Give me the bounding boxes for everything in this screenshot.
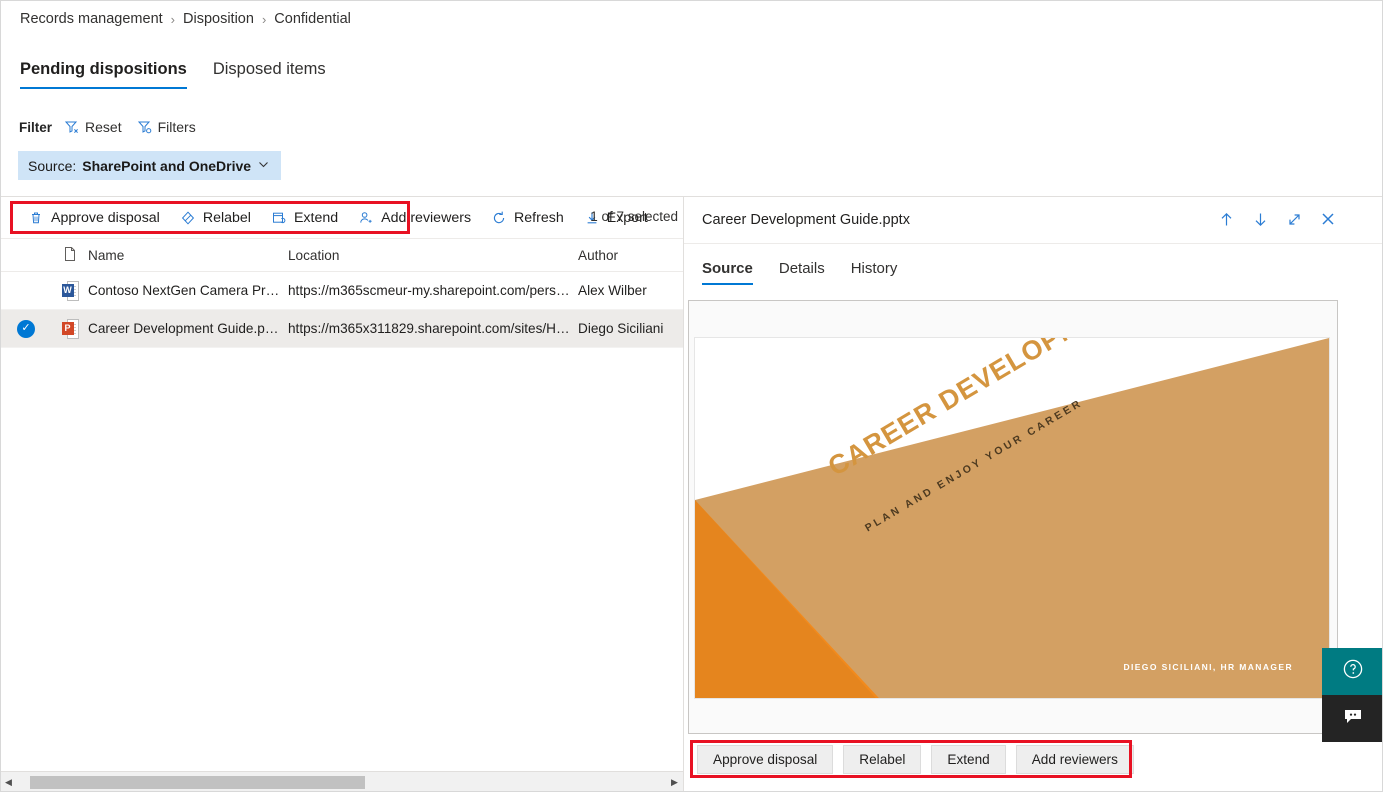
extend-label: Extend	[293, 209, 339, 226]
approve-disposal-button[interactable]: Approve disposal	[697, 745, 834, 774]
relabel-button[interactable]: Relabel	[843, 745, 922, 774]
tab-details[interactable]: Details	[779, 260, 825, 285]
file-type-column-header	[52, 246, 88, 265]
calendar-sync-icon	[271, 210, 287, 226]
tab-pending-dispositions[interactable]: Pending dispositions	[20, 60, 187, 89]
details-panel-tabs: Source Details History	[684, 244, 1383, 286]
extend-button[interactable]: Extend	[931, 745, 1006, 774]
add-reviewers-button[interactable]: Add reviewers	[1015, 745, 1134, 774]
details-panel-title: Career Development Guide.pptx	[702, 212, 910, 228]
row-location: https://m365scmeur-my.sharepoint.com/per…	[288, 283, 578, 298]
breadcrumb: Records management › Disposition › Confi…	[20, 11, 351, 27]
row-file-icon: P	[52, 318, 88, 339]
breadcrumb-item-records-management[interactable]: Records management	[20, 11, 163, 27]
row-location: https://m365x311829.sharepoint.com/sites…	[288, 321, 578, 336]
word-badge-label: W	[61, 283, 74, 297]
filter-row: Filter Reset Filters	[19, 117, 199, 137]
filters-button[interactable]: Filters	[134, 117, 199, 137]
row-checkbox[interactable]: ✓	[0, 319, 52, 338]
slide-preview: CAREER DEVELOPMENT GUIDE PLAN AND ENJOY …	[694, 337, 1330, 699]
source-filter-value: SharePoint and OneDrive	[82, 157, 252, 174]
tag-icon	[180, 210, 196, 226]
location-column-header[interactable]: Location	[288, 248, 578, 263]
approve-disposal-label: Approve disposal	[51, 209, 160, 226]
funnel-clear-icon	[64, 119, 80, 135]
support-launcher	[1322, 648, 1383, 742]
refresh-icon	[491, 210, 507, 226]
author-column-header[interactable]: Author	[578, 248, 683, 263]
filters-label: Filters	[157, 119, 196, 135]
breadcrumb-item-disposition[interactable]: Disposition	[183, 11, 254, 27]
approve-disposal-command[interactable]: Approve disposal	[18, 202, 170, 234]
items-table: Name Location Author W Contoso NextGen C…	[0, 239, 683, 348]
reset-filter-label: Reset	[85, 119, 122, 135]
horizontal-scrollbar[interactable]: ◀ ▶	[0, 771, 683, 792]
row-author: Alex Wilber	[578, 283, 647, 298]
breadcrumb-item-confidential[interactable]: Confidential	[274, 11, 351, 27]
add-reviewers-command[interactable]: Add reviewers	[348, 202, 481, 234]
command-bar: Approve disposal Relabel Extend Add revi…	[0, 197, 683, 239]
feedback-button[interactable]	[1322, 695, 1383, 742]
relabel-command[interactable]: Relabel	[170, 202, 261, 234]
arrow-up-icon[interactable]	[1215, 207, 1237, 231]
row-file-icon: W	[52, 280, 88, 301]
help-button[interactable]	[1322, 648, 1383, 695]
details-panel: Career Development Guide.pptx Source Det…	[684, 196, 1383, 792]
details-panel-header: Career Development Guide.pptx	[684, 197, 1383, 244]
word-file-icon: W	[61, 280, 79, 301]
chevron-down-icon	[257, 158, 270, 174]
trash-icon	[28, 210, 44, 226]
document-icon	[63, 246, 77, 265]
add-reviewers-label: Add reviewers	[381, 209, 472, 226]
filter-label: Filter	[19, 119, 53, 135]
table-row[interactable]: W Contoso NextGen Camera Product Pla… ht…	[0, 272, 683, 310]
refresh-label: Refresh	[514, 209, 564, 226]
row-name[interactable]: Contoso NextGen Camera Product Pla…	[88, 283, 288, 298]
extend-command[interactable]: Extend	[261, 202, 348, 234]
scrollbar-thumb[interactable]	[30, 775, 365, 789]
scroll-right-arrow-icon[interactable]: ▶	[666, 772, 683, 792]
powerpoint-badge-label: P	[61, 321, 74, 335]
breadcrumb-separator-icon: ›	[261, 11, 267, 27]
items-list-pane: Approve disposal Relabel Extend Add revi…	[0, 196, 683, 792]
breadcrumb-separator-icon: ›	[170, 11, 176, 27]
person-add-icon	[358, 210, 374, 226]
relabel-label: Relabel	[202, 209, 251, 226]
scroll-left-arrow-icon[interactable]: ◀	[0, 772, 17, 792]
checkmark-icon: ✓	[17, 319, 35, 338]
tab-history[interactable]: History	[851, 260, 898, 285]
slide-author: DIEGO SICILIANI, HR MANAGER	[1123, 662, 1293, 672]
feedback-chat-icon	[1341, 704, 1365, 733]
table-header-row: Name Location Author	[0, 239, 683, 272]
details-action-buttons: Approve disposal Relabel Extend Add revi…	[697, 745, 1134, 774]
source-filter-pill[interactable]: Source: SharePoint and OneDrive	[18, 151, 282, 180]
row-author: Diego Siciliani	[578, 321, 664, 336]
powerpoint-file-icon: P	[61, 318, 79, 339]
help-circle-icon	[1341, 657, 1365, 686]
expand-icon[interactable]	[1283, 207, 1305, 231]
page-tabs: Pending dispositions Disposed items	[20, 60, 326, 89]
name-column-header[interactable]: Name	[88, 248, 288, 263]
row-name[interactable]: Career Development Guide.pptx	[88, 321, 288, 336]
close-icon[interactable]	[1317, 207, 1339, 231]
source-filter-prefix: Source:	[28, 157, 77, 174]
arrow-down-icon[interactable]	[1249, 207, 1271, 231]
table-row[interactable]: ✓ P Career Development Guide.pptx https:…	[0, 310, 683, 348]
tab-disposed-items[interactable]: Disposed items	[213, 60, 326, 89]
funnel-settings-icon	[137, 119, 153, 135]
file-preview-frame[interactable]: CAREER DEVELOPMENT GUIDE PLAN AND ENJOY …	[688, 300, 1338, 734]
tab-source[interactable]: Source	[702, 260, 753, 285]
scrollbar-track[interactable]	[17, 771, 666, 792]
details-panel-actions	[1215, 207, 1339, 231]
selection-status: 1 of 7 selected	[590, 209, 678, 224]
reset-filter-button[interactable]: Reset	[61, 117, 125, 137]
refresh-command[interactable]: Refresh	[481, 202, 574, 234]
disposition-review-page: Records management › Disposition › Confi…	[0, 0, 1383, 792]
